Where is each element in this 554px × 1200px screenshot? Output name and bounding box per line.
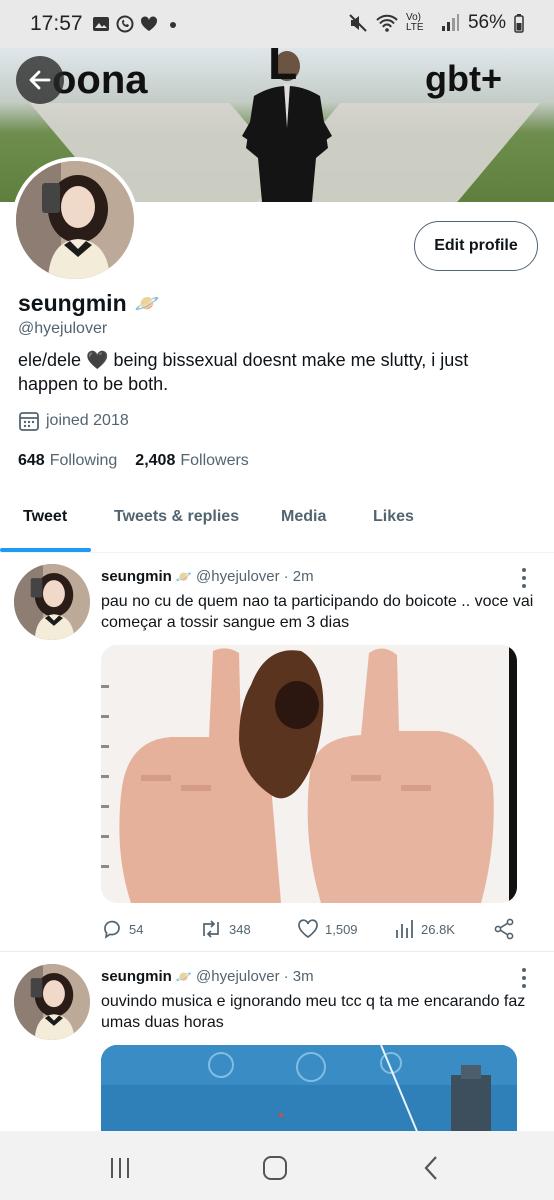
banner-text-right: gbt+ bbox=[425, 58, 502, 99]
share-icon[interactable] bbox=[493, 918, 515, 940]
tweet-avatar-image bbox=[14, 564, 90, 640]
battery-icon bbox=[514, 14, 524, 33]
dot-icon bbox=[170, 22, 176, 28]
mute-icon bbox=[349, 14, 367, 32]
heart-outline-icon bbox=[298, 919, 318, 939]
tab-likes[interactable]: Likes bbox=[373, 508, 414, 526]
views-chart-icon bbox=[396, 920, 413, 938]
reply-icon bbox=[104, 920, 120, 939]
profile-bio: ele/dele 🖤 being bissexual doesnt make m… bbox=[18, 350, 469, 394]
home-icon bbox=[263, 1156, 287, 1180]
status-bar: 17:57 Vo) LTE 56% bbox=[0, 0, 554, 48]
gallery-icon bbox=[93, 17, 109, 31]
follow-stats: 648 Following 2,408 Followers bbox=[18, 452, 249, 470]
display-name-text: seungmin bbox=[18, 290, 127, 316]
tweet-item[interactable]: seungmin 🪐 @hyejulover · 3m ouvindo musi… bbox=[0, 952, 554, 1131]
banner-text-top: L bbox=[268, 48, 298, 90]
heart-icon bbox=[140, 16, 158, 31]
tweet-avatar[interactable] bbox=[14, 564, 90, 640]
tweet-author-handle[interactable]: @hyejulover bbox=[196, 968, 280, 985]
signal-icon bbox=[441, 14, 459, 31]
followers-count: 2,408 bbox=[135, 452, 176, 469]
view-count: 26.8K bbox=[421, 921, 455, 937]
views-button[interactable]: 26.8K bbox=[395, 918, 493, 940]
tab-media[interactable]: Media bbox=[281, 508, 326, 526]
planet-emoji: 🪐 bbox=[134, 293, 160, 315]
wifi-icon bbox=[376, 14, 398, 32]
tweet-author-name[interactable]: seungmin bbox=[101, 968, 172, 985]
followers-link[interactable]: 2,408 Followers bbox=[135, 452, 249, 470]
tweet-author-emoji: 🪐 bbox=[175, 568, 193, 584]
tweet-media-image[interactable] bbox=[101, 1045, 517, 1131]
battery-level: 56% bbox=[467, 12, 506, 33]
arrow-left-icon bbox=[29, 70, 51, 90]
more-options-icon[interactable] bbox=[516, 566, 532, 590]
following-link[interactable]: 648 Following bbox=[18, 452, 117, 470]
status-time: 17:57 bbox=[30, 12, 83, 35]
notification-icons bbox=[92, 15, 182, 33]
more-options-icon[interactable] bbox=[516, 966, 532, 990]
tab-tweets-replies[interactable]: Tweets & replies bbox=[114, 508, 239, 526]
reply-button[interactable]: 54 bbox=[101, 918, 199, 940]
tweet-time[interactable]: · 2m bbox=[284, 568, 314, 585]
following-count: 648 bbox=[18, 452, 45, 469]
android-nav-bar bbox=[0, 1131, 554, 1200]
tweet-header: seungmin 🪐 @hyejulover · 2m bbox=[101, 568, 314, 585]
following-label: Following bbox=[49, 452, 118, 469]
joined-text: joined 2018 bbox=[46, 412, 129, 429]
tweet-author-emoji: 🪐 bbox=[175, 968, 193, 984]
tweet-avatar-image bbox=[14, 964, 90, 1040]
tweet-author-handle[interactable]: @hyejulover bbox=[196, 568, 280, 585]
profile-handle: @hyejulover bbox=[18, 320, 108, 337]
profile-display-name: seungmin 🪐 bbox=[18, 290, 160, 317]
recent-apps-button[interactable] bbox=[105, 1153, 135, 1183]
reply-count: 54 bbox=[129, 921, 144, 937]
whatsapp-icon bbox=[116, 15, 134, 33]
tweet-time[interactable]: · 3m bbox=[284, 968, 314, 985]
network-label: Vo) LTE bbox=[405, 12, 424, 33]
avatar-image bbox=[16, 161, 134, 279]
banner-text-left: oona bbox=[52, 58, 148, 102]
profile-tabs: Tweet Tweets & replies Media Likes bbox=[0, 494, 554, 553]
retweet-button[interactable]: 348 bbox=[199, 918, 297, 940]
edit-profile-button[interactable]: Edit profile bbox=[414, 221, 538, 271]
tweet-text: pau no cu de quem nao ta participando do… bbox=[101, 593, 534, 631]
tweet-text: ouvindo musica e ignorando meu tcc q ta … bbox=[101, 993, 526, 1031]
tweet-avatar[interactable] bbox=[14, 964, 90, 1040]
tab-tweets[interactable]: Tweet bbox=[23, 508, 67, 526]
recent-apps-icon bbox=[111, 1158, 129, 1178]
profile-avatar[interactable] bbox=[12, 157, 138, 283]
tweet-item[interactable]: seungmin 🪐 @hyejulover · 2m pau no cu de… bbox=[0, 552, 554, 952]
retweet-count: 348 bbox=[229, 921, 251, 937]
system-icons: Vo) LTE 56% bbox=[348, 12, 524, 34]
like-count: 1,509 bbox=[325, 921, 358, 937]
system-back-button[interactable] bbox=[416, 1153, 446, 1183]
like-button[interactable]: 1,509 bbox=[297, 918, 395, 940]
back-button[interactable] bbox=[16, 56, 64, 104]
meme-image bbox=[101, 645, 517, 903]
calendar-icon bbox=[19, 412, 39, 431]
chevron-left-icon bbox=[424, 1156, 437, 1180]
tweet-header: seungmin 🪐 @hyejulover · 3m bbox=[101, 968, 314, 985]
tweet-media-image[interactable] bbox=[101, 645, 517, 903]
retweet-icon bbox=[203, 920, 219, 938]
tweet-author-name[interactable]: seungmin bbox=[101, 568, 172, 585]
joined-date: joined 2018 bbox=[18, 410, 129, 432]
spongebob-image bbox=[101, 1045, 517, 1131]
tweet-actions: 54 348 1,509 26.8K bbox=[101, 918, 521, 940]
home-button[interactable] bbox=[260, 1153, 290, 1183]
followers-label: Followers bbox=[180, 452, 249, 469]
